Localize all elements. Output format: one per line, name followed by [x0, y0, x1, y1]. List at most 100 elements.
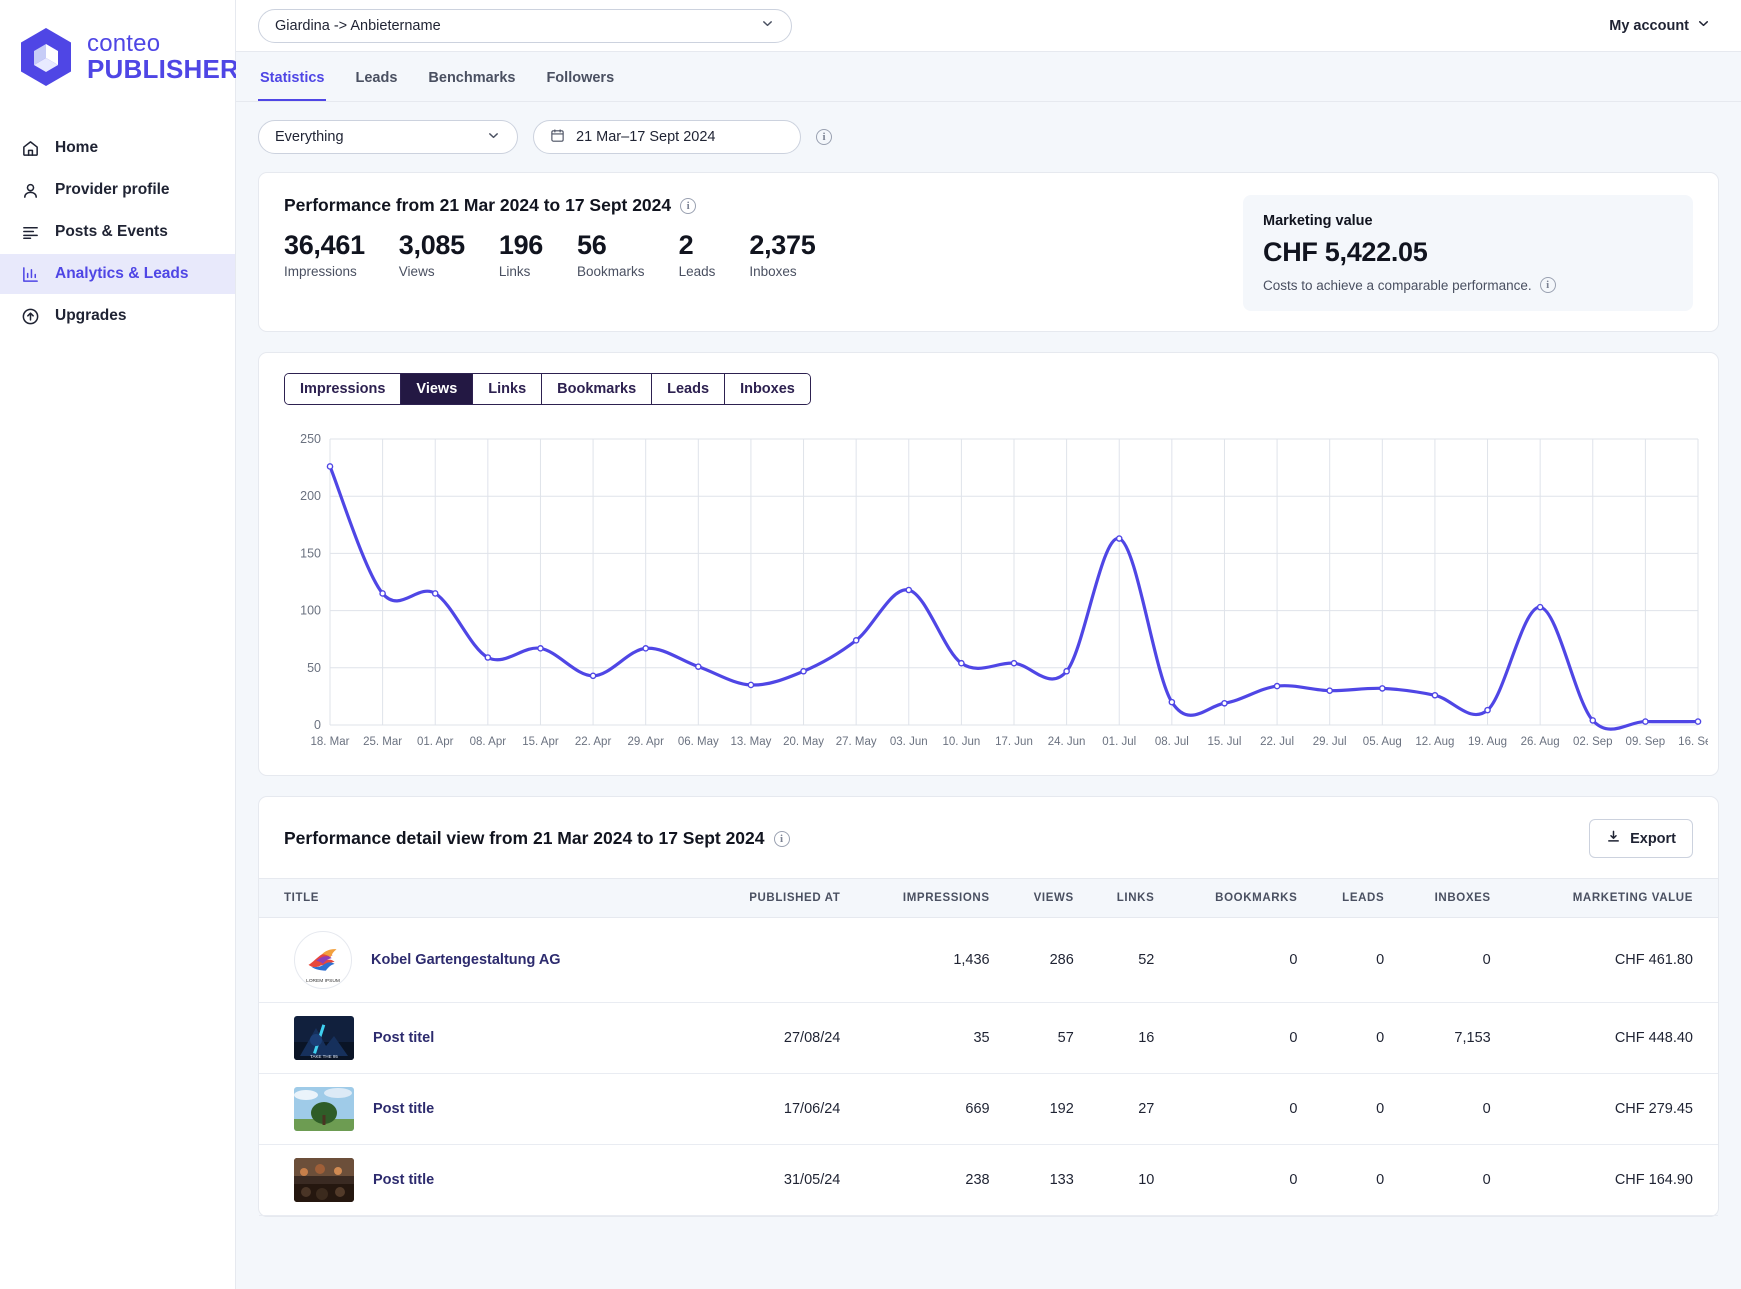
- cell-links: 27: [1083, 1073, 1165, 1145]
- performance-info-icon[interactable]: i: [680, 197, 697, 214]
- svg-text:150: 150: [300, 546, 321, 560]
- metric-button-links[interactable]: Links: [473, 374, 543, 404]
- svg-text:10. Jun: 10. Jun: [943, 736, 981, 748]
- home-icon: [21, 139, 40, 158]
- filter-info-icon[interactable]: i: [816, 129, 832, 145]
- svg-text:02. Sep: 02. Sep: [1573, 736, 1613, 748]
- content-scroll: Performance from 21 Mar 2024 to 17 Sept …: [236, 160, 1741, 1289]
- metric-button-impressions[interactable]: Impressions: [285, 374, 402, 404]
- svg-text:24. Jun: 24. Jun: [1048, 736, 1086, 748]
- col-marketing-value[interactable]: MARKETING VALUE: [1500, 878, 1718, 918]
- my-account-menu[interactable]: My account: [1609, 16, 1719, 35]
- svg-text:29. Jul: 29. Jul: [1313, 736, 1347, 748]
- conteo-logo-icon: [18, 26, 74, 88]
- row-thumbnail-icon: [294, 1158, 354, 1202]
- performance-summary-card: Performance from 21 Mar 2024 to 17 Sept …: [258, 172, 1719, 332]
- col-bookmarks[interactable]: BOOKMARKS: [1164, 878, 1308, 918]
- table-row[interactable]: LOREM IPSUM Kobel Gartengestaltung AG 1,43…: [259, 917, 1718, 1003]
- kpi-label: Links: [498, 264, 531, 280]
- kpi-value: 196: [498, 230, 544, 260]
- views-line-chart[interactable]: 0 50 100 150 200 250 18. Mar 25. Mar 01. Apr 08. …: [284, 431, 1708, 761]
- cell-bookmarks: 0: [1164, 1002, 1308, 1074]
- date-range-picker[interactable]: 21 Mar–17 Sept 2024: [533, 120, 801, 154]
- metric-button-leads[interactable]: Leads: [652, 374, 726, 404]
- cell-leads: 0: [1307, 1144, 1395, 1216]
- date-range-value: 21 Mar–17 Sept 2024: [576, 129, 716, 145]
- row-thumbnail-icon: TAKE THE 95: [294, 1016, 354, 1060]
- tab-followers[interactable]: Followers: [544, 52, 616, 101]
- svg-text:18. Mar: 18. Mar: [311, 736, 350, 748]
- cell-title: Post title: [259, 1073, 695, 1145]
- metric-button-inboxes[interactable]: Inboxes: [725, 374, 810, 404]
- kpi-leads: 2 Leads: [679, 230, 716, 279]
- kpi-inboxes: 2,375 Inboxes: [749, 230, 815, 279]
- svg-text:LOREM IPSUM: LOREM IPSUM: [306, 978, 340, 984]
- table-row[interactable]: Post title 31/05/24 238 133 10 0 0 0 CHF 164.90: [259, 1144, 1718, 1216]
- marketing-value-subtitle-text: Costs to achieve a comparable performanc…: [1263, 277, 1532, 293]
- sidebar-item-analytics-leads[interactable]: Analytics & Leads: [0, 254, 235, 294]
- col-published-at[interactable]: PUBLISHED AT: [694, 878, 851, 918]
- svg-text:26. Aug: 26. Aug: [1521, 736, 1560, 748]
- tab-leads[interactable]: Leads: [353, 52, 399, 101]
- kpi-label: Bookmarks: [577, 264, 645, 280]
- kpi-bookmarks: 56 Bookmarks: [577, 230, 645, 279]
- brand-text: conteo PUBLISHER: [87, 31, 239, 83]
- user-icon: [21, 181, 40, 200]
- col-leads[interactable]: LEADS: [1307, 878, 1395, 918]
- col-inboxes[interactable]: INBOXES: [1394, 878, 1501, 918]
- cell-marketing-value: CHF 279.45: [1500, 1073, 1718, 1145]
- col-links[interactable]: LINKS: [1083, 878, 1165, 918]
- metric-button-views[interactable]: Views: [401, 374, 474, 404]
- table-row[interactable]: Post title 17/06/24 669 192 27 0 0 0 CHF 279.45: [259, 1073, 1718, 1145]
- brand-logo-block[interactable]: conteo PUBLISHER: [0, 18, 239, 88]
- list-icon: [21, 223, 40, 242]
- cell-leads: 0: [1307, 1073, 1395, 1145]
- sidebar: conteo PUBLISHER Home Provider profile P…: [0, 0, 239, 1289]
- col-impressions[interactable]: IMPRESSIONS: [850, 878, 1000, 918]
- sidebar-item-home[interactable]: Home: [0, 128, 235, 168]
- row-title-link[interactable]: Post title: [373, 1172, 434, 1188]
- col-views[interactable]: VIEWS: [999, 878, 1084, 918]
- table-row[interactable]: TAKE THE 95 Post titel 27/08/24 35 57 16 0 0 7,1…: [259, 1002, 1718, 1074]
- sidebar-item-posts-events[interactable]: Posts & Events: [0, 212, 235, 252]
- marketing-value-info-icon[interactable]: i: [1539, 277, 1556, 293]
- svg-text:0: 0: [314, 718, 321, 732]
- kpi-label: Leads: [678, 264, 716, 280]
- svg-text:15. Jul: 15. Jul: [1208, 736, 1242, 748]
- svg-text:15. Apr: 15. Apr: [522, 736, 559, 748]
- marketing-value-box: Marketing value CHF 5,422.05 Costs to ac…: [1243, 195, 1693, 311]
- sidebar-item-provider-profile[interactable]: Provider profile: [0, 170, 235, 210]
- cell-impressions: 669: [850, 1073, 1000, 1145]
- row-title-link[interactable]: Post titel: [373, 1030, 434, 1046]
- col-title[interactable]: TITLE: [259, 878, 695, 918]
- metric-button-bookmarks[interactable]: Bookmarks: [542, 374, 653, 404]
- chart-svg: 0 50 100 150 200 250 18. Mar 25. Mar 01. Apr 08. …: [300, 432, 1708, 748]
- row-title-link[interactable]: Kobel Gartengestaltung AG: [371, 952, 561, 968]
- svg-text:22. Jul: 22. Jul: [1260, 736, 1294, 748]
- scope-select[interactable]: Everything: [258, 120, 518, 154]
- cell-impressions: 35: [850, 1002, 1000, 1074]
- account-select[interactable]: Giardina -> Anbietername: [258, 8, 792, 43]
- detail-title-text: Performance detail view from 21 Mar 2024…: [284, 828, 765, 848]
- cell-marketing-value: CHF 461.80: [1500, 917, 1718, 1003]
- row-title-link[interactable]: Post title: [373, 1101, 434, 1117]
- app-root: conteo PUBLISHER Home Provider profile P…: [0, 0, 1741, 1289]
- cell-impressions: 1,436: [850, 917, 1000, 1003]
- sidebar-item-upgrades[interactable]: Upgrades: [0, 296, 235, 336]
- cell-leads: 0: [1307, 917, 1395, 1003]
- chevron-down-icon: [760, 16, 775, 35]
- kpi-links: 196 Links: [499, 230, 543, 279]
- svg-text:20. May: 20. May: [783, 736, 824, 748]
- svg-text:08. Apr: 08. Apr: [470, 736, 507, 748]
- tab-benchmarks[interactable]: Benchmarks: [426, 52, 517, 101]
- export-button-label: Export: [1630, 830, 1676, 847]
- tab-bar: Statistics Leads Benchmarks Followers: [236, 52, 1741, 102]
- detail-info-icon[interactable]: i: [773, 830, 790, 847]
- marketing-value-subtitle: Costs to achieve a comparable performanc…: [1263, 277, 1673, 293]
- tab-statistics[interactable]: Statistics: [258, 52, 327, 101]
- export-button[interactable]: Export: [1589, 819, 1693, 858]
- svg-text:05. Aug: 05. Aug: [1363, 736, 1402, 748]
- svg-text:100: 100: [300, 604, 321, 618]
- kpi-label: Inboxes: [749, 264, 797, 280]
- kpi-list: 36,461 Impressions 3,085 Views 196 Links: [284, 230, 1243, 279]
